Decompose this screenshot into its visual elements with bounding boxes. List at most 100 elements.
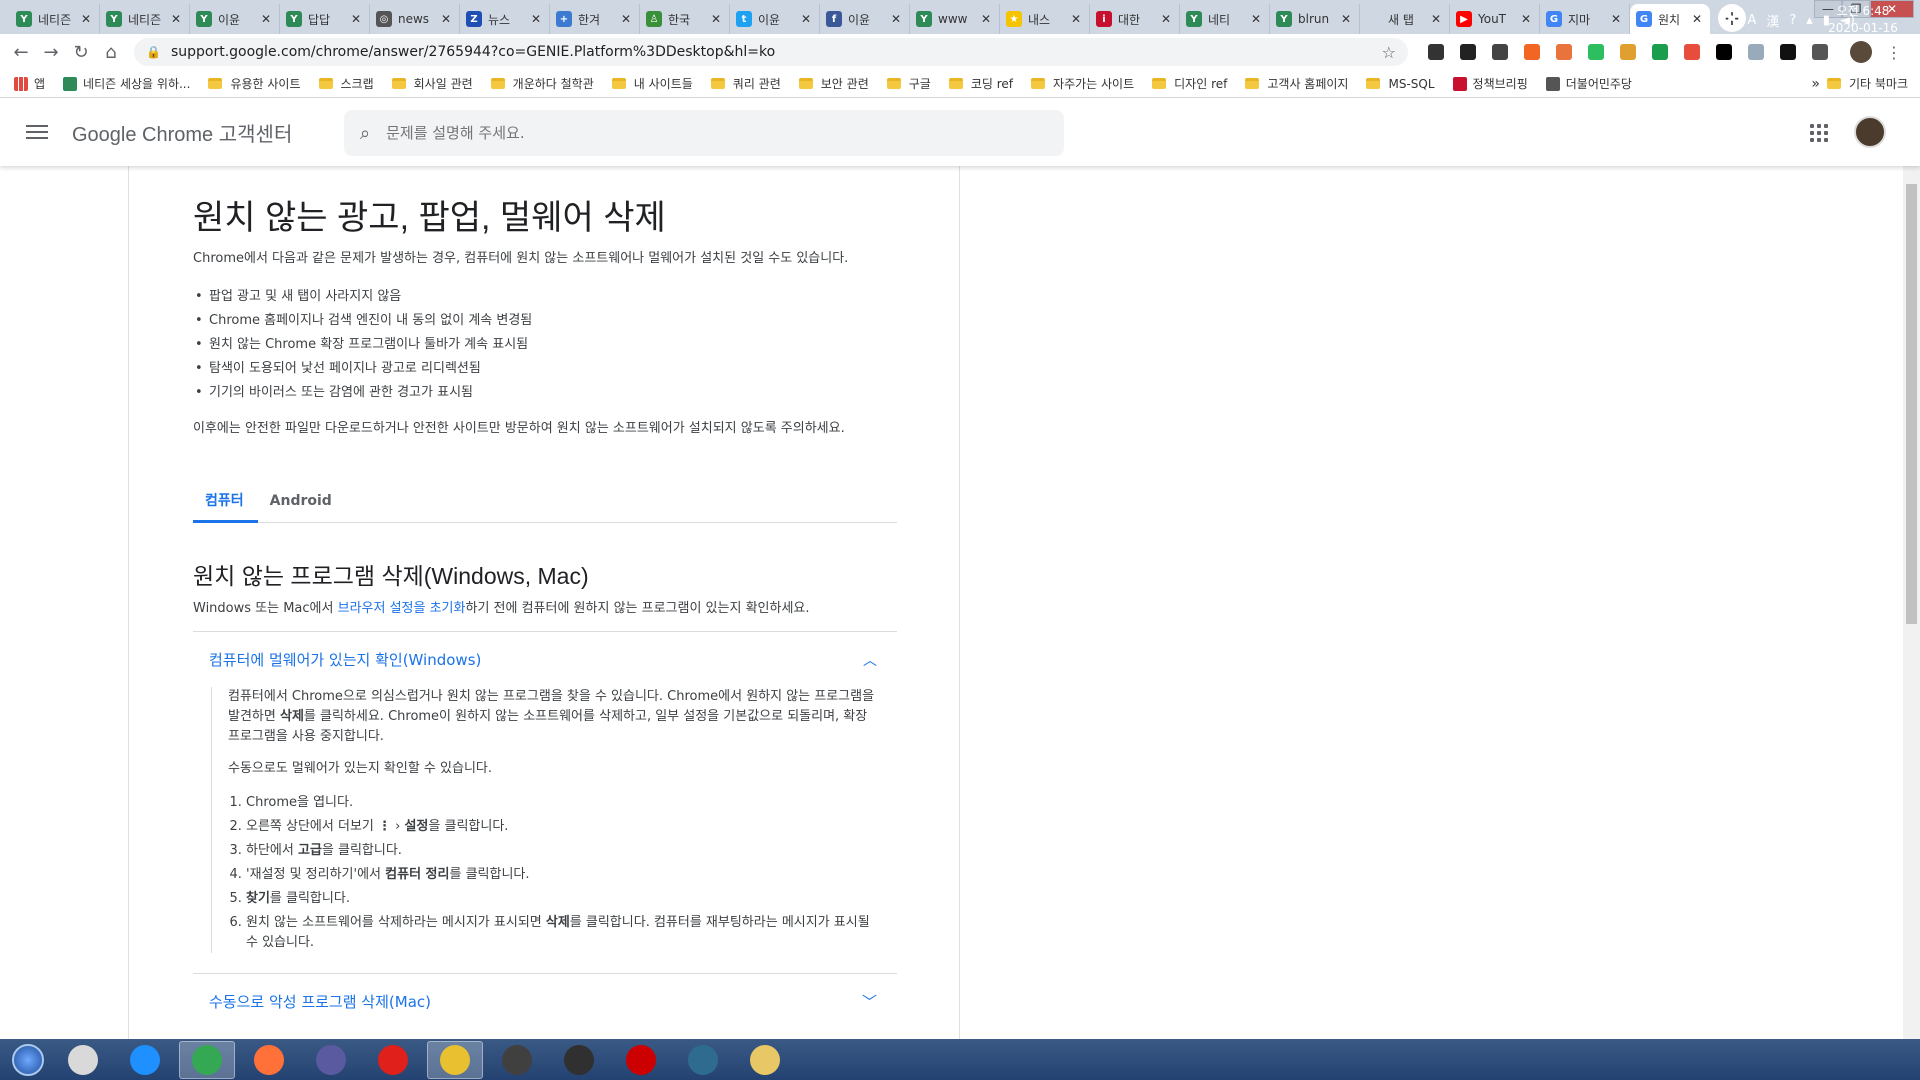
close-tab-icon[interactable]: ✕ <box>1159 12 1173 26</box>
extension-icon[interactable] <box>1492 44 1508 60</box>
bookmark-star-icon[interactable]: ☆ <box>1382 43 1396 62</box>
bookmark-item[interactable]: 내 사이트들 <box>611 75 693 92</box>
close-tab-icon[interactable]: ✕ <box>799 12 813 26</box>
bookmark-item[interactable]: 고객사 홈페이지 <box>1245 75 1348 92</box>
extension-icon[interactable] <box>1460 44 1476 60</box>
close-tab-icon[interactable]: ✕ <box>169 12 183 26</box>
home-icon[interactable]: ⌂ <box>96 37 126 67</box>
browser-tab[interactable]: Y 네티즌 ✕ <box>100 4 190 34</box>
taskbar-tool-button[interactable] <box>427 1040 483 1079</box>
language-indicator[interactable]: A <box>1747 13 1756 28</box>
browser-tab[interactable]: G 지마 ✕ <box>1540 4 1630 34</box>
ime-indicator[interactable]: 漢 <box>1766 11 1779 30</box>
extension-icon[interactable] <box>1556 44 1572 60</box>
bookmark-item[interactable]: 더불어민주당 <box>1545 75 1632 92</box>
close-tab-icon[interactable]: ✕ <box>1339 12 1353 26</box>
taskbar-chrome-button[interactable] <box>179 1040 235 1079</box>
forward-icon[interactable]: → <box>36 37 66 67</box>
extension-icon[interactable] <box>1428 44 1444 60</box>
extension-icon[interactable] <box>1780 44 1796 60</box>
extension-icon[interactable] <box>1716 44 1732 60</box>
taskbar-app-button[interactable] <box>303 1041 359 1079</box>
download-icon[interactable] <box>1748 44 1764 60</box>
rss-icon[interactable] <box>1524 44 1540 60</box>
close-tab-icon[interactable]: ✕ <box>1690 12 1704 26</box>
browser-tab[interactable]: f 이윤 ✕ <box>820 4 910 34</box>
close-tab-icon[interactable]: ✕ <box>1609 12 1623 26</box>
scrollbar-thumb[interactable] <box>1906 184 1917 624</box>
close-tab-icon[interactable]: ✕ <box>529 12 543 26</box>
close-tab-icon[interactable]: ✕ <box>1069 12 1083 26</box>
taskbar-record-button[interactable] <box>613 1041 669 1079</box>
accordion-malware-windows[interactable]: 컴퓨터에 멀웨어가 있는지 확인(Windows) ︿ <box>193 631 897 687</box>
taskbar-app-button[interactable] <box>675 1041 731 1079</box>
search-input[interactable] <box>386 124 987 142</box>
page-scrollbar[interactable] <box>1903 166 1920 1039</box>
extension-icon[interactable] <box>1620 44 1636 60</box>
taskbar-ie-button[interactable] <box>117 1041 173 1079</box>
extension-icon[interactable] <box>1652 44 1668 60</box>
browser-tab[interactable]: Y 네티즌 ✕ <box>10 4 100 34</box>
help-center-brand[interactable]: Google Chrome 고객센터 <box>72 118 292 147</box>
browser-tab[interactable]: Y 이윤 ✕ <box>190 4 280 34</box>
close-tab-icon[interactable]: ✕ <box>439 12 453 26</box>
browser-tab[interactable]: 새 탭 ✕ <box>1360 4 1450 34</box>
browser-tab[interactable]: Yblrun ✕ <box>1270 4 1360 34</box>
system-clock[interactable]: 오전 6:48 2020-01-16 <box>1818 3 1908 37</box>
taskbar-explorer-button[interactable] <box>737 1041 793 1079</box>
more-bookmarks-icon[interactable]: » <box>1811 76 1820 92</box>
reset-settings-link[interactable]: 브라우저 설정을 초기화 <box>338 601 466 616</box>
accordion-malware-mac[interactable]: 수동으로 악성 프로그램 삭제(Mac) ﹀ <box>193 973 897 1029</box>
bookmark-item[interactable]: 디자인 ref <box>1152 75 1227 92</box>
close-tab-icon[interactable]: ✕ <box>709 12 723 26</box>
reload-icon[interactable]: ↻ <box>66 37 96 67</box>
browser-tab[interactable]: Y 답답 ✕ <box>280 4 370 34</box>
browser-tab[interactable]: Z 뉴스 ✕ <box>460 4 550 34</box>
bookmark-item[interactable]: 구글 <box>886 75 931 92</box>
bookmark-item[interactable]: 정책브리핑 <box>1452 75 1528 92</box>
help-icon[interactable]: ? <box>1789 13 1796 28</box>
browser-tab[interactable]: ♙ 한국 ✕ <box>640 4 730 34</box>
profile-avatar[interactable] <box>1850 41 1872 63</box>
google-apps-icon[interactable] <box>1810 124 1828 142</box>
close-tab-icon[interactable]: ✕ <box>1519 12 1533 26</box>
taskbar-app-button[interactable] <box>551 1041 607 1079</box>
taskbar-vivaldi-button[interactable] <box>55 1041 111 1079</box>
taskbar-opera-button[interactable] <box>365 1041 421 1079</box>
browser-tab[interactable]: ◎ news ✕ <box>370 4 460 34</box>
browser-tab[interactable]: Ywww ✕ <box>910 4 1000 34</box>
extension-icon[interactable] <box>1812 44 1828 60</box>
close-tab-icon[interactable]: ✕ <box>259 12 273 26</box>
tray-arrow-icon[interactable]: ▴ <box>1806 13 1813 28</box>
close-tab-icon[interactable]: ✕ <box>619 12 633 26</box>
back-icon[interactable]: ← <box>6 37 36 67</box>
menu-icon[interactable]: ⋮ <box>1886 43 1902 62</box>
bookmark-item[interactable]: 유용한 사이트 <box>208 75 301 92</box>
extension-icon[interactable] <box>1684 44 1700 60</box>
bookmark-item[interactable]: 쿼리 관련 <box>710 75 781 92</box>
bookmark-item[interactable]: 자주가는 사이트 <box>1031 75 1134 92</box>
close-tab-icon[interactable]: ✕ <box>979 12 993 26</box>
start-button[interactable] <box>4 1041 52 1079</box>
bookmark-item[interactable]: 회사일 관련 <box>391 75 473 92</box>
account-avatar[interactable] <box>1854 116 1886 148</box>
close-tab-icon[interactable]: ✕ <box>79 12 93 26</box>
bookmark-item[interactable]: 앱 <box>14 75 45 92</box>
browser-tab[interactable]: i 대한 ✕ <box>1090 4 1180 34</box>
help-search-box[interactable]: ⌕ <box>344 110 1064 156</box>
bookmark-item[interactable]: 코딩 ref <box>948 75 1013 92</box>
tab-android[interactable]: Android <box>258 479 346 523</box>
tab-computer[interactable]: 컴퓨터 <box>193 479 258 523</box>
close-tab-icon[interactable]: ✕ <box>1429 12 1443 26</box>
browser-tab[interactable]: G 원치 ✕ <box>1630 4 1710 34</box>
browser-tab[interactable]: ★ 내스 ✕ <box>1000 4 1090 34</box>
browser-tab[interactable]: Y 네티 ✕ <box>1180 4 1270 34</box>
taskbar-app-button[interactable] <box>489 1041 545 1079</box>
close-tab-icon[interactable]: ✕ <box>889 12 903 26</box>
browser-tab[interactable]: ▶ YouT ✕ <box>1450 4 1540 34</box>
browser-tab[interactable]: t 이윤 ✕ <box>730 4 820 34</box>
bookmark-item[interactable]: MS-SQL <box>1366 77 1435 91</box>
bookmark-item[interactable]: 네티즌 세상을 위하... <box>63 75 190 92</box>
evernote-icon[interactable] <box>1588 44 1604 60</box>
bookmark-item[interactable]: 스크랩 <box>318 75 374 92</box>
